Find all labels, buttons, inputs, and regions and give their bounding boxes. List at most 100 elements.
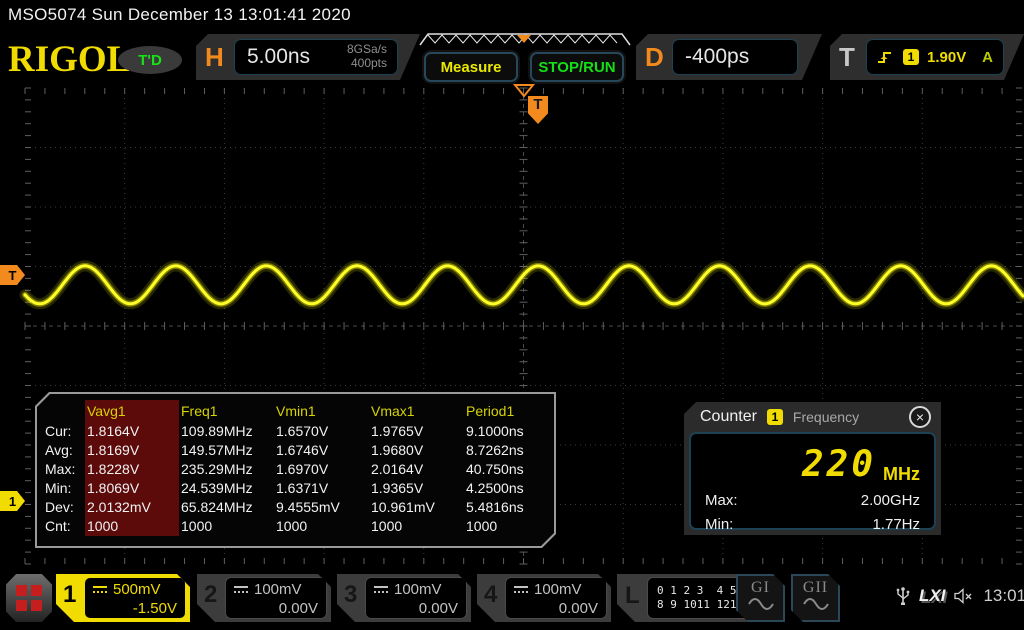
measure-value: 5.4816ns <box>464 498 548 517</box>
measurement-row: Avg:1.8169V149.57MHz1.6746V1.9680V8.7262… <box>43 441 554 460</box>
channel-2-offset: 0.00V <box>234 599 318 618</box>
timebase-scale: 5.00ns <box>235 45 310 69</box>
measure-value: 65.824MHz <box>179 498 274 517</box>
dc-coupling-icon <box>374 586 388 593</box>
measure-value: 1.6570V <box>274 422 369 441</box>
measure-value: 1000 <box>274 517 369 536</box>
measure-value: 24.539MHz <box>179 479 274 498</box>
channel-4-offset: 0.00V <box>514 599 598 618</box>
measure-value: 1000 <box>369 517 464 536</box>
measure-value: 1.9365V <box>369 479 464 498</box>
clock-time: 13:01 <box>983 586 1024 606</box>
horizontal-label: H <box>205 42 224 73</box>
measure-value: 235.29MHz <box>179 460 274 479</box>
measure-value: 2.0132mV <box>85 498 179 517</box>
measure-value: 1.9765V <box>369 422 464 441</box>
trigger-position-strip[interactable] <box>418 32 632 50</box>
lxi-logo: LXI <box>919 586 945 606</box>
counter-title: Counter <box>700 408 757 426</box>
measure-corner-cell <box>43 400 85 422</box>
counter-min-value: 1.77Hz <box>872 516 920 533</box>
channel-4-scale: 100mV <box>534 580 582 599</box>
measure-value: 9.1000ns <box>464 422 548 441</box>
channel-2-scale: 100mV <box>254 580 302 599</box>
measurement-row: Cnt:10001000100010001000 <box>43 517 554 536</box>
trigger-sweep-mode: A <box>982 49 993 66</box>
delay-value: -400ps <box>673 45 749 69</box>
counter-frequency-unit: MHz <box>883 464 920 485</box>
measure-header: Vmin1 <box>274 400 369 422</box>
counter-max-value: 2.00GHz <box>861 492 920 509</box>
measure-row-label: Min: <box>43 479 85 498</box>
counter-panel: Counter 1 Frequency × 220 MHz Max: 2.00G… <box>684 402 941 535</box>
measure-value: 10.961mV <box>369 498 464 517</box>
sine-icon <box>748 597 774 611</box>
channel-3-scale: 100mV <box>394 580 442 599</box>
measure-row-label: Max: <box>43 460 85 479</box>
usb-icon <box>896 586 910 606</box>
measure-value: 1000 <box>179 517 274 536</box>
horizontal-timebase-box[interactable]: H 5.00ns 8GSa/s 400pts <box>196 34 420 80</box>
measure-value: 1.9680V <box>369 441 464 460</box>
measure-value: 1.8169V <box>85 441 179 460</box>
trigger-label: T <box>839 42 855 73</box>
close-icon[interactable]: × <box>909 406 931 428</box>
channel-2-badge[interactable]: 2 100mV 0.00V <box>197 574 331 622</box>
measure-value: 1.6371V <box>274 479 369 498</box>
measure-row-label: Avg: <box>43 441 85 460</box>
measure-header: Period1 <box>464 400 548 422</box>
measure-value: 1.8228V <box>85 460 179 479</box>
trigger-source-badge: 1 <box>903 49 919 65</box>
measure-row-label: Dev: <box>43 498 85 517</box>
dc-coupling-icon <box>93 586 107 593</box>
trigger-box[interactable]: T 1 1.90V A <box>830 34 1024 80</box>
measure-value: 149.57MHz <box>179 441 274 460</box>
measure-header: Freq1 <box>179 400 274 422</box>
measure-value: 109.89MHz <box>179 422 274 441</box>
delay-label: D <box>645 42 664 73</box>
measure-value: 1.6970V <box>274 460 369 479</box>
measurement-row: Min:1.8069V24.539MHz1.6371V1.9365V4.2500… <box>43 479 554 498</box>
channel-1-offset: -1.50V <box>93 599 177 618</box>
counter-max-label: Max: <box>705 492 738 509</box>
measurement-row: Dev:2.0132mV65.824MHz9.4555mV10.961mV5.4… <box>43 498 554 517</box>
dc-coupling-icon <box>514 586 528 593</box>
triggered-status-badge: T'D <box>118 46 182 74</box>
menu-button[interactable] <box>6 574 52 622</box>
trigger-level-value: 1.90V <box>927 49 966 66</box>
trigger-position-triangle-icon[interactable] <box>513 84 535 98</box>
measure-value: 4.2500ns <box>464 479 548 498</box>
measure-value: 1000 <box>85 517 179 536</box>
measure-value: 9.4555mV <box>274 498 369 517</box>
measure-value: 1000 <box>464 517 548 536</box>
channel-1-badge[interactable]: 1 500mV -1.50V <box>56 574 190 622</box>
measure-header: Vavg1 <box>85 400 179 422</box>
stop-run-button[interactable]: STOP/RUN <box>530 52 624 82</box>
measurement-row: Max:1.8228V235.29MHz1.6970V2.0164V40.750… <box>43 460 554 479</box>
channel-4-badge[interactable]: 4 100mV 0.00V <box>477 574 611 622</box>
channel-1-scale: 500mV <box>113 580 161 599</box>
speaker-muted-icon[interactable] <box>954 588 974 604</box>
measure-header: Vmax1 <box>369 400 464 422</box>
counter-min-label: Min: <box>705 516 733 533</box>
sample-rate: 8GSa/s 400pts <box>347 43 397 71</box>
measure-value: 8.7262ns <box>464 441 548 460</box>
measure-value: 2.0164V <box>369 460 464 479</box>
channel-3-badge[interactable]: 3 100mV 0.00V <box>337 574 471 622</box>
measure-button[interactable]: Measure <box>424 52 518 82</box>
counter-source-badge: 1 <box>767 409 783 425</box>
generator-1-button[interactable]: GI <box>736 574 785 622</box>
measure-row-label: Cur: <box>43 422 85 441</box>
counter-mode: Frequency <box>793 409 859 425</box>
delay-box[interactable]: D -400ps <box>636 34 822 80</box>
dc-coupling-icon <box>234 586 248 593</box>
generator-2-button[interactable]: GII <box>791 574 840 622</box>
measurement-panel[interactable]: Vavg1 Freq1 Vmin1 Vmax1 Period1 Cur:1.81… <box>35 392 556 548</box>
measure-value: 1.8164V <box>85 422 179 441</box>
counter-frequency-value: 220 <box>802 444 876 485</box>
menu-grid-icon <box>16 585 42 611</box>
channel-3-offset: 0.00V <box>374 599 458 618</box>
measure-value: 1.8069V <box>85 479 179 498</box>
measure-value: 40.750ns <box>464 460 548 479</box>
rigol-logo: RIGOL <box>8 38 131 81</box>
